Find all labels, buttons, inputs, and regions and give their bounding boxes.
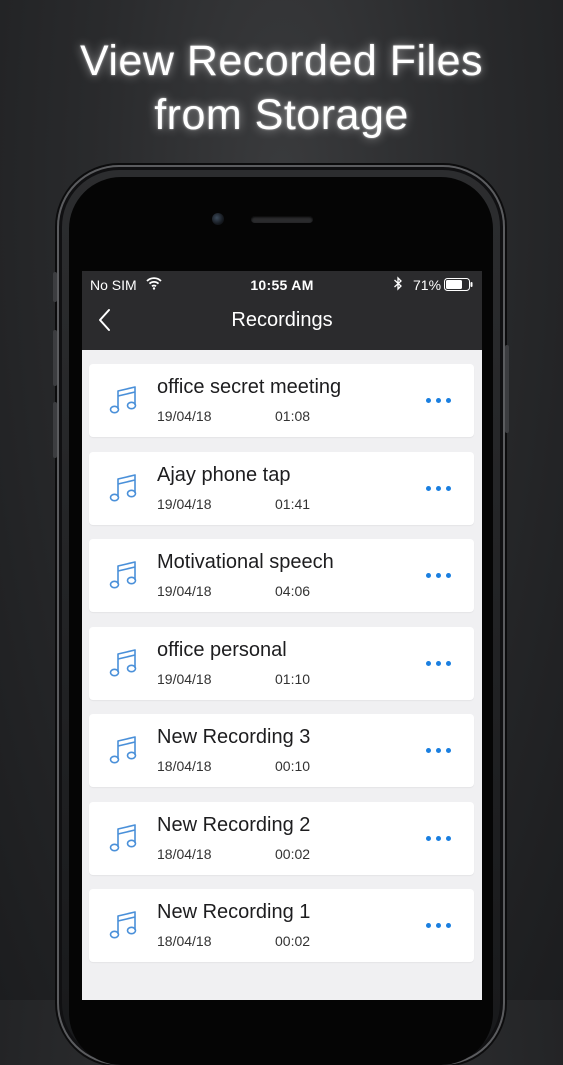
music-note-icon xyxy=(109,909,139,941)
app-screen: No SIM 10:55 AM 71% Recordings office se… xyxy=(82,271,482,1000)
promo-headline: View Recorded Files from Storage xyxy=(0,34,563,142)
more-dot xyxy=(426,835,431,841)
recording-date: 19/04/18 xyxy=(157,583,212,599)
more-dot xyxy=(446,748,451,753)
recording-duration: 00:10 xyxy=(275,758,311,774)
volume-up-button xyxy=(53,330,57,386)
more-dot xyxy=(426,923,431,928)
recording-duration: 00:02 xyxy=(275,933,311,949)
more-dot xyxy=(446,573,451,578)
more-dot xyxy=(436,660,441,666)
recording-list-item[interactable]: New Recording 2 18/04/18 00:02 xyxy=(89,801,474,875)
recording-title: New Recording 1 xyxy=(157,901,311,923)
recording-duration: 01:08 xyxy=(275,408,311,424)
recording-list-item[interactable]: New Recording 3 18/04/18 00:10 xyxy=(89,714,474,787)
more-dot xyxy=(436,748,441,753)
recording-duration: 01:10 xyxy=(275,670,311,687)
more-dot xyxy=(436,398,441,403)
music-note-icon xyxy=(109,472,139,504)
more-dot xyxy=(426,485,431,491)
volume-down-button xyxy=(53,402,57,458)
recording-date: 19/04/18 xyxy=(157,408,212,424)
front-camera xyxy=(212,213,224,225)
recording-date: 18/04/18 xyxy=(157,758,212,774)
status-bar: No SIM 10:55 AM 71% xyxy=(82,271,482,298)
more-options-button[interactable] xyxy=(422,566,462,586)
recording-duration: 01:41 xyxy=(275,495,311,512)
more-dot xyxy=(436,573,441,578)
recording-list-item[interactable]: office personal 19/04/18 01:10 xyxy=(89,626,474,700)
more-options-button[interactable] xyxy=(422,391,462,411)
recording-title: Motivational speech xyxy=(157,551,334,573)
more-dot xyxy=(426,660,431,666)
more-dot xyxy=(436,923,441,928)
more-dot xyxy=(426,573,431,578)
power-button xyxy=(505,345,509,433)
recording-duration: 04:06 xyxy=(275,583,311,599)
battery-icon xyxy=(444,278,474,294)
recording-title: office secret meeting xyxy=(157,376,342,398)
recording-title: Ajay phone tap xyxy=(157,463,291,486)
more-dot xyxy=(446,835,451,841)
more-options-button[interactable] xyxy=(422,741,462,761)
music-note-icon xyxy=(109,647,139,679)
music-note-icon xyxy=(109,384,139,416)
bluetooth-icon xyxy=(393,276,403,294)
more-options-button[interactable] xyxy=(422,654,462,674)
more-dot xyxy=(446,660,451,666)
more-dot xyxy=(446,398,451,403)
more-options-button[interactable] xyxy=(422,829,462,849)
headline-line-2: from Storage xyxy=(154,91,409,139)
recording-title: New Recording 3 xyxy=(157,726,311,748)
more-dot xyxy=(426,398,431,403)
recording-list-item[interactable]: New Recording 1 18/04/18 00:02 xyxy=(89,889,474,962)
page-title: Recordings xyxy=(231,309,333,331)
recording-list-item[interactable]: office secret meeting 19/04/18 01:08 xyxy=(89,364,474,437)
recording-date: 19/04/18 xyxy=(157,495,212,512)
mute-switch xyxy=(53,272,57,302)
recording-list-item[interactable]: Motivational speech 19/04/18 04:06 xyxy=(89,539,474,612)
recording-title: New Recording 2 xyxy=(157,813,311,836)
recording-date: 19/04/18 xyxy=(157,670,212,687)
more-dot xyxy=(446,485,451,491)
more-options-button[interactable] xyxy=(422,916,462,936)
recording-list-item[interactable]: Ajay phone tap 19/04/18 01:41 xyxy=(89,451,474,525)
music-note-icon xyxy=(109,822,139,854)
earpiece-speaker xyxy=(251,216,313,223)
more-options-button[interactable] xyxy=(422,479,462,499)
navigation-header: No SIM 10:55 AM 71% Recordings xyxy=(82,271,482,350)
more-dot xyxy=(446,923,451,928)
recording-duration: 00:02 xyxy=(275,845,311,862)
more-dot xyxy=(426,748,431,753)
recording-date: 18/04/18 xyxy=(157,933,212,949)
more-dot xyxy=(436,835,441,841)
music-note-icon xyxy=(109,734,139,766)
headline-line-1: View Recorded Files xyxy=(79,37,484,85)
music-note-icon xyxy=(109,559,139,591)
more-dot xyxy=(436,485,441,491)
battery-percentage: 71% xyxy=(413,277,442,293)
recording-title: office personal xyxy=(157,638,287,661)
recording-date: 18/04/18 xyxy=(157,845,212,862)
